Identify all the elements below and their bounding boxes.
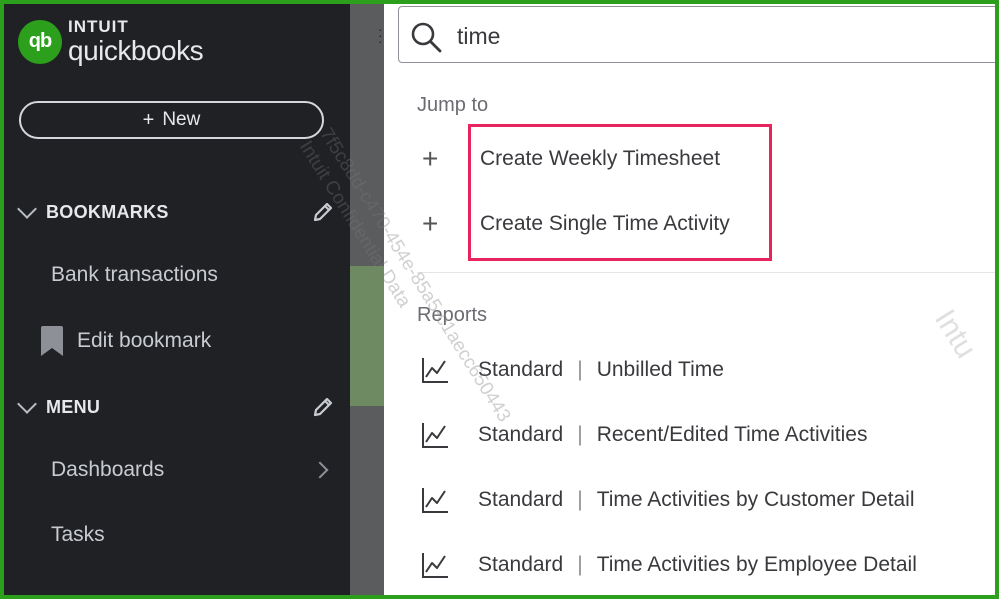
line-chart-icon — [422, 423, 448, 448]
section-divider — [417, 272, 995, 273]
sidebar: qb INTUIT quickbooks + New BOOKMARKS Ban… — [4, 4, 350, 595]
report-separator: | — [577, 553, 583, 576]
report-item[interactable]: Standard | Unbilled Time — [420, 353, 995, 387]
plus-icon: + — [422, 143, 439, 174]
report-name: Recent/Edited Time Activities — [596, 423, 868, 446]
report-item[interactable]: Standard | Time Activities by Customer D… — [420, 483, 995, 517]
report-item[interactable]: Standard | Time Activities by Employee D… — [420, 548, 995, 582]
plus-icon: + — [142, 108, 155, 131]
search-input[interactable] — [457, 19, 957, 53]
search-panel: Jump to + Create Weekly Timesheet + Crea… — [384, 4, 995, 595]
report-name: Unbilled Time — [596, 358, 724, 381]
background-page: · · · — [350, 4, 384, 595]
plus-icon: + — [422, 208, 439, 239]
line-chart-icon — [422, 358, 448, 383]
report-item[interactable]: Standard | Recent/Edited Time Activities — [420, 418, 995, 452]
highlight-annotation-box — [468, 124, 772, 261]
pencil-icon[interactable] — [310, 394, 336, 420]
jump-to-title: Jump to — [417, 94, 489, 116]
logo-badge-icon: qb — [18, 19, 62, 64]
more-icon: · · · — [378, 21, 383, 49]
chevron-right-icon — [311, 461, 329, 479]
report-name: Time Activities by Employee Detail — [596, 553, 917, 576]
reports-title: Reports — [417, 304, 488, 326]
report-name: Time Activities by Customer Detail — [596, 488, 915, 511]
new-button[interactable]: + New — [19, 101, 324, 139]
report-separator: | — [577, 423, 583, 446]
sidebar-item-tasks[interactable]: Tasks — [51, 523, 105, 547]
report-type: Standard — [478, 488, 564, 511]
edit-bookmark-item[interactable]: Edit bookmark — [39, 325, 211, 357]
report-separator: | — [577, 358, 583, 381]
logo-intuit-text: INTUIT — [68, 17, 129, 36]
logo-quickbooks-text: quickbooks — [68, 35, 204, 66]
chevron-down-icon — [17, 394, 37, 414]
menu-section-header[interactable]: MENU — [16, 392, 336, 422]
sidebar-item-dashboards[interactable]: Dashboards — [51, 458, 164, 482]
report-type: Standard — [478, 423, 564, 446]
report-type: Standard — [478, 553, 564, 576]
bookmarks-title: BOOKMARKS — [46, 201, 169, 222]
background-panel — [350, 266, 384, 406]
logo-text: INTUIT quickbooks — [68, 17, 204, 66]
pencil-icon[interactable] — [310, 199, 336, 225]
bookmark-icon — [41, 326, 63, 356]
search-icon — [411, 22, 442, 53]
new-button-label: New — [162, 109, 201, 130]
line-chart-icon — [422, 488, 448, 513]
search-box[interactable] — [398, 6, 995, 63]
bookmarks-section-header[interactable]: BOOKMARKS — [16, 197, 336, 227]
app-frame: qb INTUIT quickbooks + New BOOKMARKS Ban… — [4, 4, 995, 595]
quickbooks-logo[interactable]: qb INTUIT quickbooks — [18, 17, 204, 66]
menu-title: MENU — [46, 396, 101, 417]
line-chart-icon — [422, 553, 448, 578]
chevron-down-icon — [17, 199, 37, 219]
report-type: Standard — [478, 358, 564, 381]
report-separator: | — [577, 488, 583, 511]
edit-bookmark-label: Edit bookmark — [77, 329, 212, 352]
sidebar-item-bank-transactions[interactable]: Bank transactions — [51, 263, 218, 287]
